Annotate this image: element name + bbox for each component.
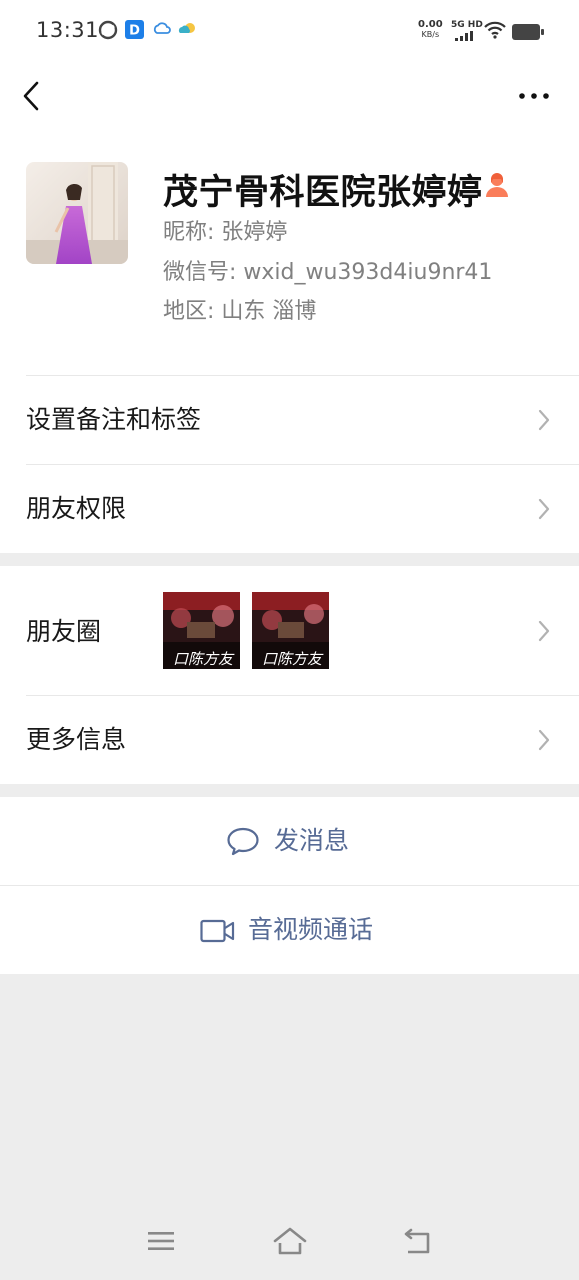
profile-card: 茂宁骨科医院张婷婷 昵称: 张婷婷 微信号: wxid_wu393d4iu9nr… (0, 132, 579, 375)
set-remark-label: 设置备注和标签 (26, 405, 202, 434)
friend-permissions-label: 朋友权限 (26, 494, 127, 523)
wechat-id[interactable]: 微信号: wxid_wu393d4iu9nr41 (163, 254, 492, 286)
more-info-label: 更多信息 (26, 725, 127, 754)
video-camera-icon (200, 919, 235, 943)
moments-thumbnail: 口陈方友 (252, 592, 329, 669)
region: 地区: 山东 淄博 (163, 299, 317, 324)
sync-icon (98, 20, 118, 40)
moments-row[interactable]: 朋友圈 口陈方友 口陈方友 (0, 566, 579, 695)
chat-bubble-icon (227, 827, 259, 856)
status-bar: 13:31 D 0.00 KB/s 5G HD (0, 0, 579, 62)
weather-sun-icon (178, 23, 195, 33)
net-speed-value: 0.00 (418, 19, 443, 30)
signal-label: 5G HD (451, 20, 483, 30)
video-call-label: 音视频通话 (248, 915, 374, 944)
video-call-button[interactable]: 音视频通话 (0, 886, 579, 974)
friend-permissions-row[interactable]: 朋友权限 (0, 464, 579, 553)
app-d-icon: D (125, 20, 144, 39)
battery-icon (512, 24, 544, 40)
wifi-icon (484, 21, 506, 39)
more-info-row[interactable]: 更多信息 (0, 695, 579, 784)
chevron-right-icon (538, 729, 550, 751)
net-speed-unit: KB/s (421, 30, 440, 39)
menu-icon[interactable] (146, 1228, 176, 1254)
send-message-button[interactable]: 发消息 (0, 797, 579, 885)
chevron-right-icon (538, 620, 550, 642)
status-time: 13:31 (36, 18, 100, 42)
back-icon[interactable] (402, 1228, 434, 1256)
moments-label: 朋友圈 (26, 617, 102, 646)
net-speed: 0.00 KB/s (418, 20, 443, 40)
svg-text:口陈方友: 口陈方友 (262, 650, 324, 668)
send-message-label: 发消息 (274, 826, 350, 855)
signal-icon (455, 31, 473, 41)
svg-text:口陈方友: 口陈方友 (173, 650, 235, 668)
chevron-right-icon (538, 498, 550, 520)
female-person-icon (486, 173, 508, 197)
chevron-left-icon[interactable] (18, 78, 48, 114)
settings-section: 设置备注和标签 朋友权限 (0, 375, 579, 553)
svg-text:D: D (129, 24, 140, 39)
nav-bar (0, 62, 579, 132)
display-name: 茂宁骨科医院张婷婷 (163, 173, 483, 213)
nickname: 昵称: 张婷婷 (163, 220, 288, 245)
moments-section: 朋友圈 口陈方友 口陈方友 更多信息 (0, 566, 579, 784)
home-icon[interactable] (272, 1226, 308, 1256)
weather-cloud-icon (153, 22, 171, 34)
avatar[interactable] (26, 162, 128, 264)
chevron-right-icon (538, 409, 550, 431)
moments-thumbnail: 口陈方友 (163, 592, 240, 669)
ellipsis-icon[interactable] (514, 82, 554, 110)
set-remark-row[interactable]: 设置备注和标签 (0, 375, 579, 464)
